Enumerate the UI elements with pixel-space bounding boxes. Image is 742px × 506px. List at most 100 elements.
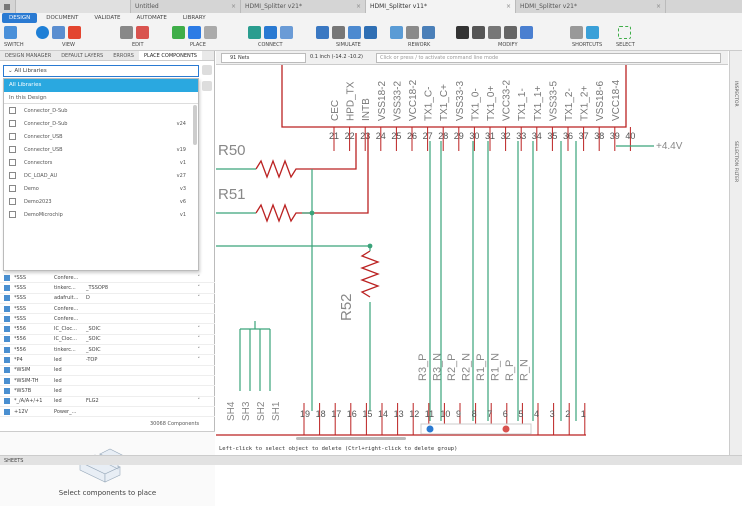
tab-errors[interactable]: ERRORS xyxy=(108,51,139,60)
tab-default-layers[interactable]: DEFAULT LAYERS xyxy=(56,51,108,60)
simulate-group[interactable]: SIMULATE xyxy=(316,23,377,51)
modify-group[interactable]: MODIFY xyxy=(456,23,533,51)
list-item[interactable]: +12V Power_... xyxy=(0,407,215,418)
rework-group[interactable]: REWORK xyxy=(390,23,435,51)
schematic-drawing[interactable]: 21 22 23 24 25 26 27 28 29 30 31 32 33 34 35 36 37 38 39 40… xyxy=(214,51,728,455)
tab-library[interactable]: LIBRARY xyxy=(176,13,213,23)
list-item[interactable]: *_/A/A+/+1 led FLG2 ˅ xyxy=(0,397,215,407)
schematic-canvas[interactable]: 21 22 23 24 25 26 27 28 29 30 31 32 33 34 35 36 37 38 39 40… xyxy=(214,51,728,455)
tab-document[interactable]: DOCUMENT xyxy=(39,13,85,23)
tab-hdmi-v11[interactable]: HDMI_Splitter v11* × xyxy=(366,0,516,13)
library-option[interactable]: Connector_USB v19 xyxy=(4,143,198,156)
waveform-icon[interactable] xyxy=(316,25,329,39)
wrench-icon[interactable] xyxy=(488,25,501,39)
library-search-input[interactable]: ⌄ All Libraries xyxy=(3,65,199,77)
tab-place-components[interactable]: PLACE COMPONENTS xyxy=(138,51,202,60)
list-item[interactable]: *SSS tinkerc... _TSSOP8 ˅ xyxy=(0,283,215,294)
chevron-down-icon[interactable]: ˅ xyxy=(198,336,201,342)
favorite-icon[interactable] xyxy=(586,25,599,39)
option-in-this-design[interactable]: In this Design xyxy=(4,92,198,104)
inspector-tab[interactable]: INSPECTOR xyxy=(733,81,738,107)
rotate-icon[interactable] xyxy=(472,25,485,39)
list-item[interactable]: *556 tinkerc... _SOIC ˅ xyxy=(0,345,215,356)
place-part-icon[interactable] xyxy=(188,25,201,39)
close-icon[interactable]: × xyxy=(656,3,661,10)
selection-filter-tab[interactable]: SELECTION FILTER xyxy=(733,141,738,182)
app-menu-icon[interactable] xyxy=(0,0,16,13)
option-all-libraries[interactable]: All Libraries xyxy=(4,79,198,92)
diode-icon[interactable] xyxy=(264,25,277,39)
tab-validate[interactable]: VALIDATE xyxy=(87,13,127,23)
shortcuts-group[interactable]: SHORTCUTS xyxy=(570,23,602,51)
chevron-down-icon[interactable]: ˅ xyxy=(198,285,201,291)
probe-icon[interactable] xyxy=(332,25,345,39)
value-icon[interactable] xyxy=(504,25,517,39)
tab-hdmi-v21-b[interactable]: HDMI_Splitter v21* × xyxy=(516,0,666,13)
chevron-down-icon[interactable]: ˅ xyxy=(198,347,201,353)
list-item[interactable]: *556 IC_Cloc... _SOIC ˅ xyxy=(0,335,215,346)
dropdown-scrollbar[interactable] xyxy=(193,105,197,145)
analyze-icon[interactable] xyxy=(348,25,361,39)
library-option[interactable]: Connector_D-Sub xyxy=(4,104,198,117)
library-option[interactable]: Connectors v1 xyxy=(4,156,198,169)
delete-icon[interactable] xyxy=(136,25,149,39)
list-item[interactable]: *SSS Confere... xyxy=(0,304,215,315)
view-group[interactable]: VIEW xyxy=(36,23,81,51)
library-option[interactable]: Demo v3 xyxy=(4,182,198,195)
list-item[interactable]: *P4 led -TOP ˅ xyxy=(0,355,215,366)
list-item[interactable]: *SSS Confere... xyxy=(0,314,215,325)
library-option[interactable]: Demo2023 v6 xyxy=(4,195,198,208)
tab-automate[interactable]: AUTOMATE xyxy=(130,13,174,23)
shortcut-icon[interactable] xyxy=(570,25,583,39)
list-item[interactable]: *SSS adafruit... D ˅ xyxy=(0,294,215,304)
edit-group[interactable]: EDIT xyxy=(120,23,149,51)
tab-design[interactable]: DESIGN xyxy=(2,13,38,23)
library-option[interactable]: Connector_USB xyxy=(4,130,198,143)
connect-group[interactable]: CONNECT xyxy=(248,23,293,51)
info-icon[interactable] xyxy=(36,25,49,39)
tab-design-manager[interactable]: DESIGN MANAGER xyxy=(0,51,56,60)
switch-group[interactable]: SWITCH xyxy=(4,23,24,51)
close-icon[interactable]: × xyxy=(231,3,236,10)
tab-untitled[interactable]: Untitled × xyxy=(131,0,241,13)
list-item[interactable]: *WSIM led xyxy=(0,366,215,376)
library-option[interactable]: DC_LOAD_AU v27 xyxy=(4,169,198,182)
pinswap-icon[interactable] xyxy=(422,25,435,39)
window-controls[interactable] xyxy=(666,0,742,13)
rip-icon[interactable] xyxy=(390,25,403,39)
list-item[interactable]: *SSS Confere... ˅ xyxy=(0,273,215,284)
properties-icon[interactable] xyxy=(520,25,533,39)
list-item[interactable]: *556 IC_Cloc... _SOIC ˅ xyxy=(0,324,215,335)
grid-icon[interactable] xyxy=(52,25,65,39)
chevron-down-icon[interactable]: ˅ xyxy=(198,326,201,332)
close-icon[interactable]: × xyxy=(356,3,361,10)
chevron-down-icon[interactable]: ˅ xyxy=(198,398,201,404)
schematic-icon[interactable] xyxy=(4,25,17,39)
net-selector[interactable]: 91 Nets xyxy=(221,53,306,63)
split-icon[interactable] xyxy=(406,25,419,39)
copy-icon[interactable] xyxy=(120,25,133,39)
select-icon[interactable] xyxy=(618,25,631,39)
tab-hdmi-v21-a[interactable]: HDMI_Splitter v21* × xyxy=(241,0,366,13)
chevron-down-icon[interactable]: ˅ xyxy=(198,295,201,301)
select-group[interactable]: SELECT xyxy=(616,23,635,51)
list-item[interactable]: *WSIM-TH led xyxy=(0,376,215,387)
net-icon[interactable] xyxy=(248,25,261,39)
layers-icon[interactable] xyxy=(68,25,81,39)
close-icon[interactable]: × xyxy=(506,3,511,10)
text-icon[interactable] xyxy=(204,25,217,39)
command-line-input[interactable]: Click or press / to activate command lin… xyxy=(376,53,721,63)
sheets-toggle[interactable]: SHEETS xyxy=(4,458,23,464)
chevron-down-icon[interactable]: ˅ xyxy=(198,357,201,363)
place-group[interactable]: PLACE xyxy=(172,23,217,51)
bus-icon[interactable] xyxy=(280,25,293,39)
library-option[interactable]: DemoMicrochip v1 xyxy=(4,208,198,221)
filter-icon[interactable] xyxy=(202,65,212,75)
move-icon[interactable] xyxy=(456,25,469,39)
settings-icon[interactable] xyxy=(202,81,212,91)
library-option[interactable]: Connector_D-Sub v24 xyxy=(4,117,198,130)
chevron-down-icon[interactable]: ˅ xyxy=(198,275,201,281)
sim-run-icon[interactable] xyxy=(364,25,377,39)
place-component-icon[interactable] xyxy=(172,25,185,39)
list-item[interactable]: *WS7B led xyxy=(0,386,215,397)
